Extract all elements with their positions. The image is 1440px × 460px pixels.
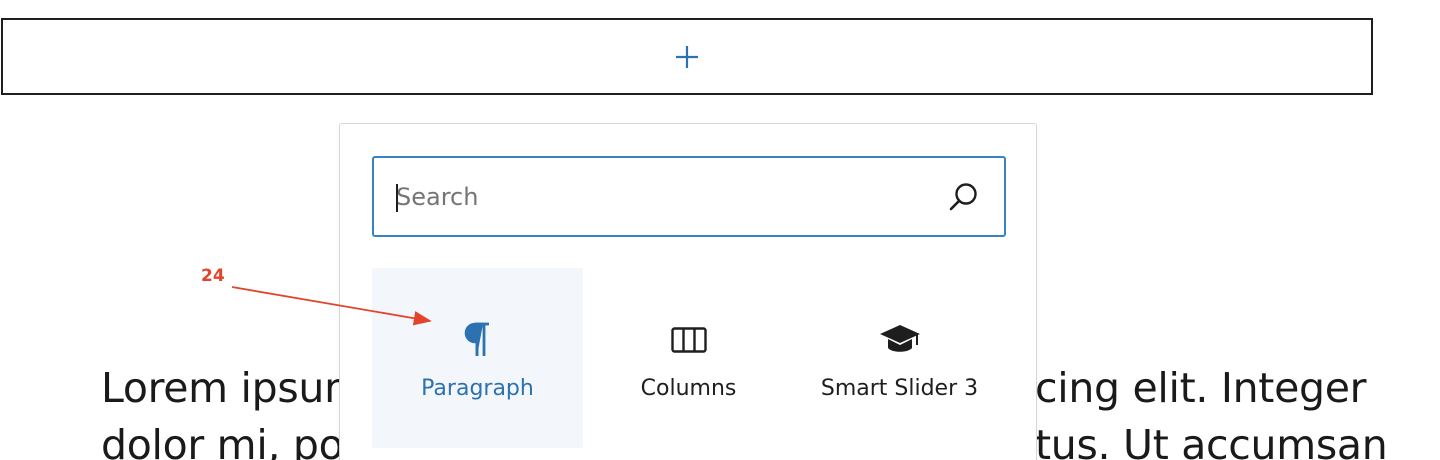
graduation-cap-icon: [879, 325, 920, 352]
block-list: Paragraph Columns Smart Slider 3: [372, 268, 1005, 448]
search-input[interactable]: [374, 158, 946, 235]
block-item-paragraph[interactable]: Paragraph: [372, 268, 583, 448]
block-item-columns[interactable]: Columns: [583, 268, 794, 448]
add-block-button[interactable]: [1, 18, 1373, 95]
paragraph-line-2-left: dolor mi, por: [101, 421, 360, 460]
block-item-smart-slider[interactable]: Smart Slider 3: [794, 268, 1005, 448]
annotation-label: 24: [201, 266, 225, 286]
paragraph-line-1-left: Lorem ipsum: [101, 364, 364, 412]
search-field[interactable]: [372, 156, 1006, 237]
block-label-smart-slider: Smart Slider 3: [820, 376, 979, 401]
editor-canvas: Lorem ipsum cing elit. Integer dolor mi,…: [0, 0, 1440, 460]
block-inserter-popover: Paragraph Columns: [339, 123, 1037, 460]
search-icon[interactable]: [946, 179, 982, 215]
paragraph-line-1-right: cing elit. Integer: [1035, 364, 1367, 412]
plus-icon: [676, 45, 698, 68]
paragraph-icon: [464, 322, 489, 356]
block-label-paragraph: Paragraph: [421, 376, 534, 401]
columns-icon: [670, 327, 707, 353]
paragraph-line-2-right: tus. Ut accumsan: [1035, 421, 1388, 460]
text-caret: [396, 184, 398, 212]
block-label-columns: Columns: [640, 376, 737, 401]
